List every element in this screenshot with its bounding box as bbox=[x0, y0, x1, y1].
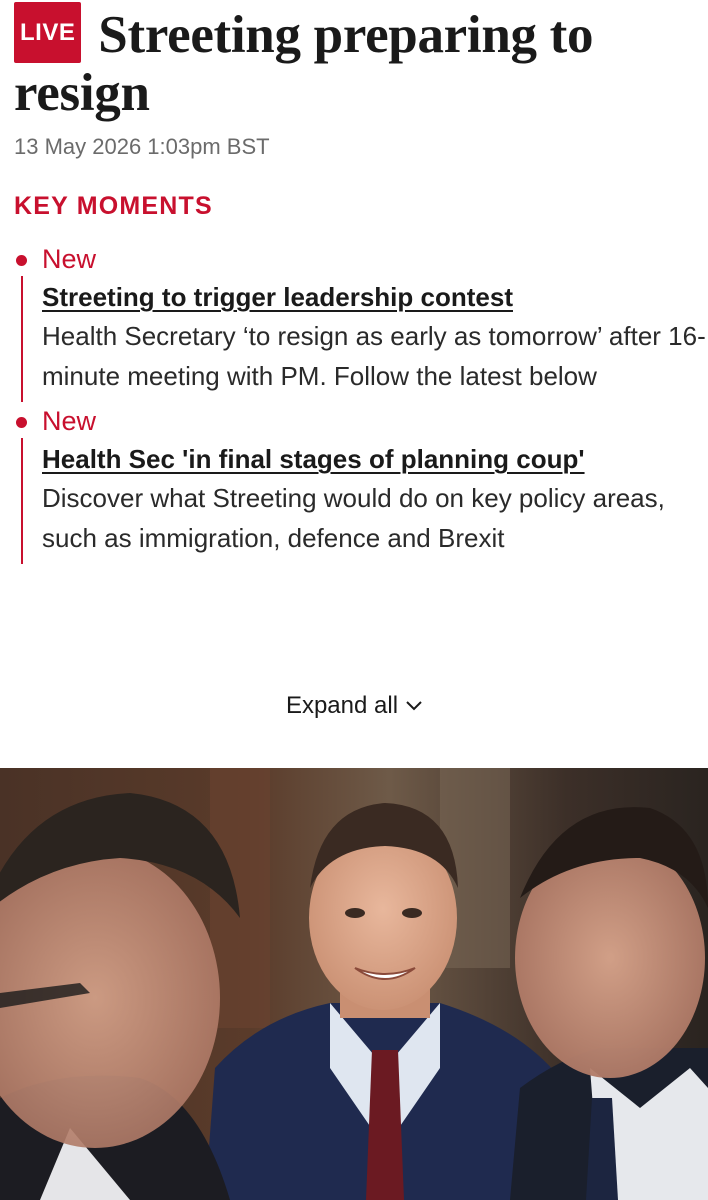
live-badge: LIVE bbox=[14, 2, 82, 63]
article-header: LIVE Streeting preparing to resign bbox=[14, 2, 704, 122]
key-moment-item[interactable]: New Health Sec 'in final stages of plann… bbox=[0, 402, 708, 564]
chevron-down-icon bbox=[406, 690, 422, 718]
new-tag: New bbox=[42, 406, 97, 436]
key-moment-link[interactable]: Streeting to trigger leadership contest bbox=[42, 278, 708, 316]
article-timestamp: 13 May 2026 1:03pm BST bbox=[14, 134, 270, 159]
red-dot-icon bbox=[16, 417, 27, 428]
red-dot-icon bbox=[16, 255, 27, 266]
headline-text: Streeting preparing to resign bbox=[14, 6, 594, 122]
key-moment-summary: Discover what Streeting would do on key … bbox=[42, 483, 665, 553]
key-moment-link[interactable]: Health Sec 'in final stages of planning … bbox=[42, 440, 708, 478]
key-moment-summary: Health Secretary ‘to resign as early as … bbox=[42, 321, 706, 391]
key-moment-item[interactable]: New Streeting to trigger leadership cont… bbox=[0, 240, 708, 402]
article-headline: LIVE Streeting preparing to resign bbox=[14, 2, 704, 122]
expand-all-button[interactable]: Expand all bbox=[0, 690, 708, 720]
article-photo bbox=[0, 768, 708, 1200]
key-moments-heading: KEY MOMENTS bbox=[14, 192, 213, 220]
key-moments-list: New Streeting to trigger leadership cont… bbox=[0, 240, 708, 564]
expand-all-label: Expand all bbox=[285, 692, 399, 719]
new-tag: New bbox=[42, 244, 97, 274]
timeline-rail bbox=[21, 276, 23, 402]
list-fade-overlay bbox=[0, 600, 708, 690]
timeline-rail bbox=[21, 438, 23, 564]
